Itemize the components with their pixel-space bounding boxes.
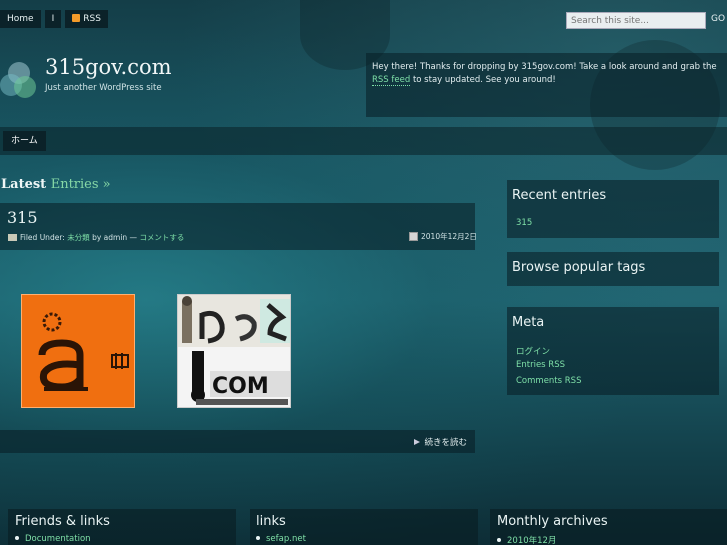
footer-archive-link[interactable]: 2010年12月	[497, 534, 556, 545]
footer-archive-label: 2010年12月	[507, 536, 557, 545]
nav-rss-link[interactable]: RSS	[65, 10, 108, 28]
meta-comments-rss-link[interactable]: Comments RSS	[516, 376, 581, 386]
bullet-icon	[256, 536, 260, 540]
recent-entry-link[interactable]: 315	[516, 218, 532, 228]
latest-label: Latest	[1, 177, 47, 192]
footer-sefap-link[interactable]: sefap.net	[256, 534, 306, 544]
welcome-text: Hey there! Thanks for dropping by 315gov…	[372, 62, 717, 72]
main-menu: ホーム	[0, 127, 727, 155]
search-go-button[interactable]: GO	[711, 14, 725, 24]
post-date: 2010年12月2日	[409, 231, 477, 242]
post-author: by admin —	[92, 233, 138, 242]
arrow-right-icon	[414, 439, 421, 445]
post-date-text: 2010年12月2日	[421, 232, 477, 241]
welcome-text-end: to stay updated. See you around!	[410, 75, 556, 85]
meta-entries-rss-link[interactable]: Entries RSS	[516, 360, 565, 370]
post-image-orange[interactable]	[21, 294, 135, 408]
menu-item-home[interactable]: ホーム	[3, 131, 46, 151]
site-description: Just another WordPress site	[45, 83, 162, 93]
read-more-link[interactable]: 続きを読む	[414, 436, 467, 448]
bullet-icon	[497, 538, 501, 542]
post-comments-link[interactable]: コメントする	[139, 233, 184, 242]
footer-documentation-label: Documentation	[25, 534, 91, 544]
meta-title: Meta	[512, 315, 545, 330]
post-image-com[interactable]: COM	[177, 294, 291, 408]
site-title[interactable]: 315gov.com	[45, 55, 172, 79]
nav-rss-label: RSS	[83, 14, 101, 24]
rss-feed-link[interactable]: RSS feed	[372, 75, 411, 86]
latest-entries-heading: Latest Entries »	[1, 177, 111, 192]
read-more-label: 続きを読む	[424, 438, 467, 448]
footer-friends-title: Friends & links	[15, 514, 110, 529]
folder-icon	[8, 234, 17, 241]
logo-icon	[0, 60, 40, 100]
svg-text:COM: COM	[212, 374, 269, 399]
post-footer: 続きを読む	[0, 430, 475, 453]
post-category-link[interactable]: 未分類	[67, 233, 90, 242]
filed-under-label: Filed Under:	[20, 233, 65, 242]
footer-documentation-link[interactable]: Documentation	[15, 534, 91, 544]
welcome-box: Hey there! Thanks for dropping by 315gov…	[366, 53, 727, 117]
popular-tags-title: Browse popular tags	[512, 260, 646, 275]
nav-separator: I	[44, 10, 62, 28]
post-title[interactable]: 315	[7, 208, 38, 227]
footer-sefap-label: sefap.net	[266, 534, 306, 544]
footer-links-title: links	[256, 514, 286, 529]
calendar-icon	[409, 232, 418, 241]
recent-entries-title: Recent entries	[512, 188, 607, 203]
bullet-icon	[15, 536, 19, 540]
latest-accent: Entries »	[50, 177, 111, 192]
search-input[interactable]	[566, 12, 706, 29]
rss-icon	[72, 14, 81, 22]
nav-home-link[interactable]: Home	[0, 10, 41, 28]
footer-archives-title: Monthly archives	[497, 514, 608, 529]
meta-login-link[interactable]: ログイン	[516, 345, 550, 357]
post-meta: Filed Under: 未分類 by admin — コメントする	[8, 232, 184, 243]
top-nav: Home I RSS	[0, 10, 112, 28]
